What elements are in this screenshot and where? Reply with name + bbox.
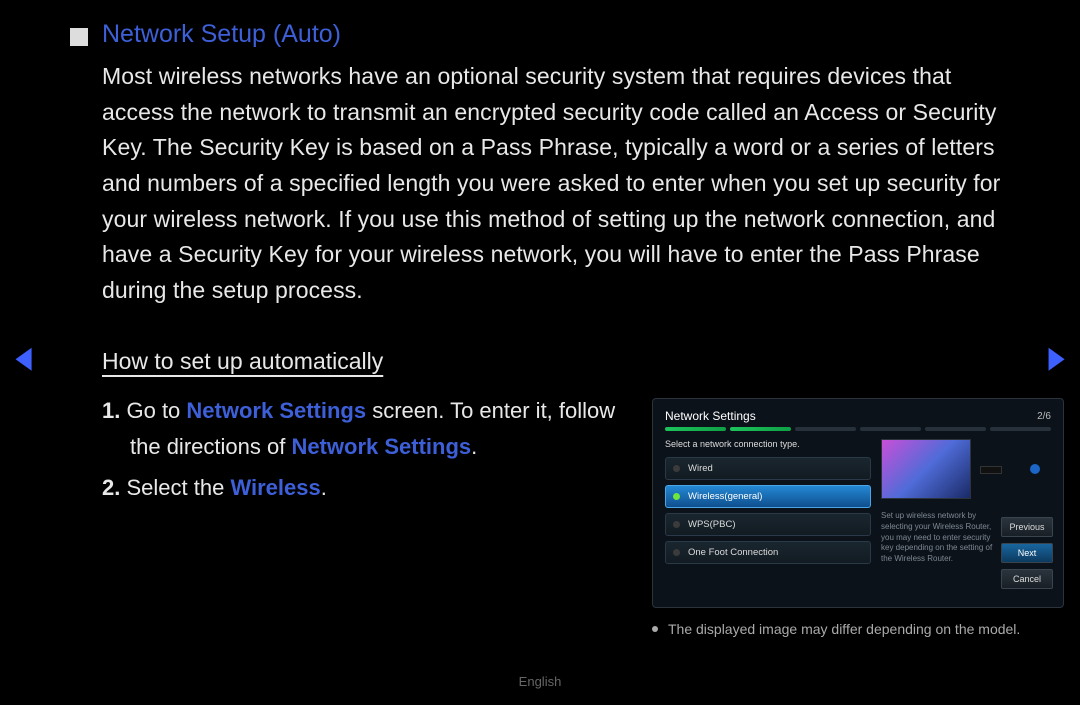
inset-note: The displayed image may differ depending… xyxy=(652,620,1052,640)
option-wireless-general[interactable]: Wireless(general) xyxy=(665,485,871,508)
note-text: The displayed image may differ depending… xyxy=(668,621,1020,637)
inset-progress-tabs xyxy=(665,427,1051,431)
bullet-icon xyxy=(652,626,658,632)
inset-prompt: Select a network connection type. xyxy=(665,439,871,449)
section-title: Network Setup (Auto) xyxy=(102,20,341,49)
prev-page-arrow[interactable]: ◀ xyxy=(15,340,31,375)
option-label: WPS(PBC) xyxy=(688,519,736,530)
option-wired[interactable]: Wired xyxy=(665,457,871,480)
next-page-arrow[interactable]: ▶ xyxy=(1048,340,1064,375)
inset-page-counter: 2/6 xyxy=(1037,411,1051,422)
step-number: 2. xyxy=(102,475,120,500)
previous-button[interactable]: Previous xyxy=(1001,517,1053,537)
step-keyword: Wireless xyxy=(230,475,320,500)
option-label: Wireless(general) xyxy=(688,491,762,502)
inset-help-text: Set up wireless network by selecting you… xyxy=(881,511,1001,565)
next-button[interactable]: Next xyxy=(1001,543,1053,563)
step-keyword: Network Settings xyxy=(291,434,471,459)
step-1: 1. Go to Network Settings screen. To ent… xyxy=(102,393,622,463)
step-text: . xyxy=(471,434,477,459)
step-2: 2. Select the Wireless. xyxy=(102,470,622,505)
step-text: Go to xyxy=(126,398,186,423)
network-settings-inset: Network Settings 2/6 Select a network co… xyxy=(652,398,1064,608)
inset-preview-image xyxy=(881,439,971,499)
inset-diagram-icon xyxy=(980,448,1040,488)
option-label: One Foot Connection xyxy=(688,547,778,558)
option-label: Wired xyxy=(688,463,713,474)
step-number: 1. xyxy=(102,398,120,423)
cancel-button[interactable]: Cancel xyxy=(1001,569,1053,589)
step-keyword: Network Settings xyxy=(186,398,366,423)
footer-language: English xyxy=(0,674,1080,689)
option-wps-pbc[interactable]: WPS(PBC) xyxy=(665,513,871,536)
option-one-foot-connection[interactable]: One Foot Connection xyxy=(665,541,871,564)
section-bullet-icon xyxy=(70,28,88,46)
inset-title: Network Settings xyxy=(665,409,756,423)
section-paragraph: Most wireless networks have an optional … xyxy=(102,59,1010,308)
step-text: . xyxy=(321,475,327,500)
step-text: Select the xyxy=(126,475,230,500)
subheading: How to set up automatically xyxy=(102,348,1010,375)
